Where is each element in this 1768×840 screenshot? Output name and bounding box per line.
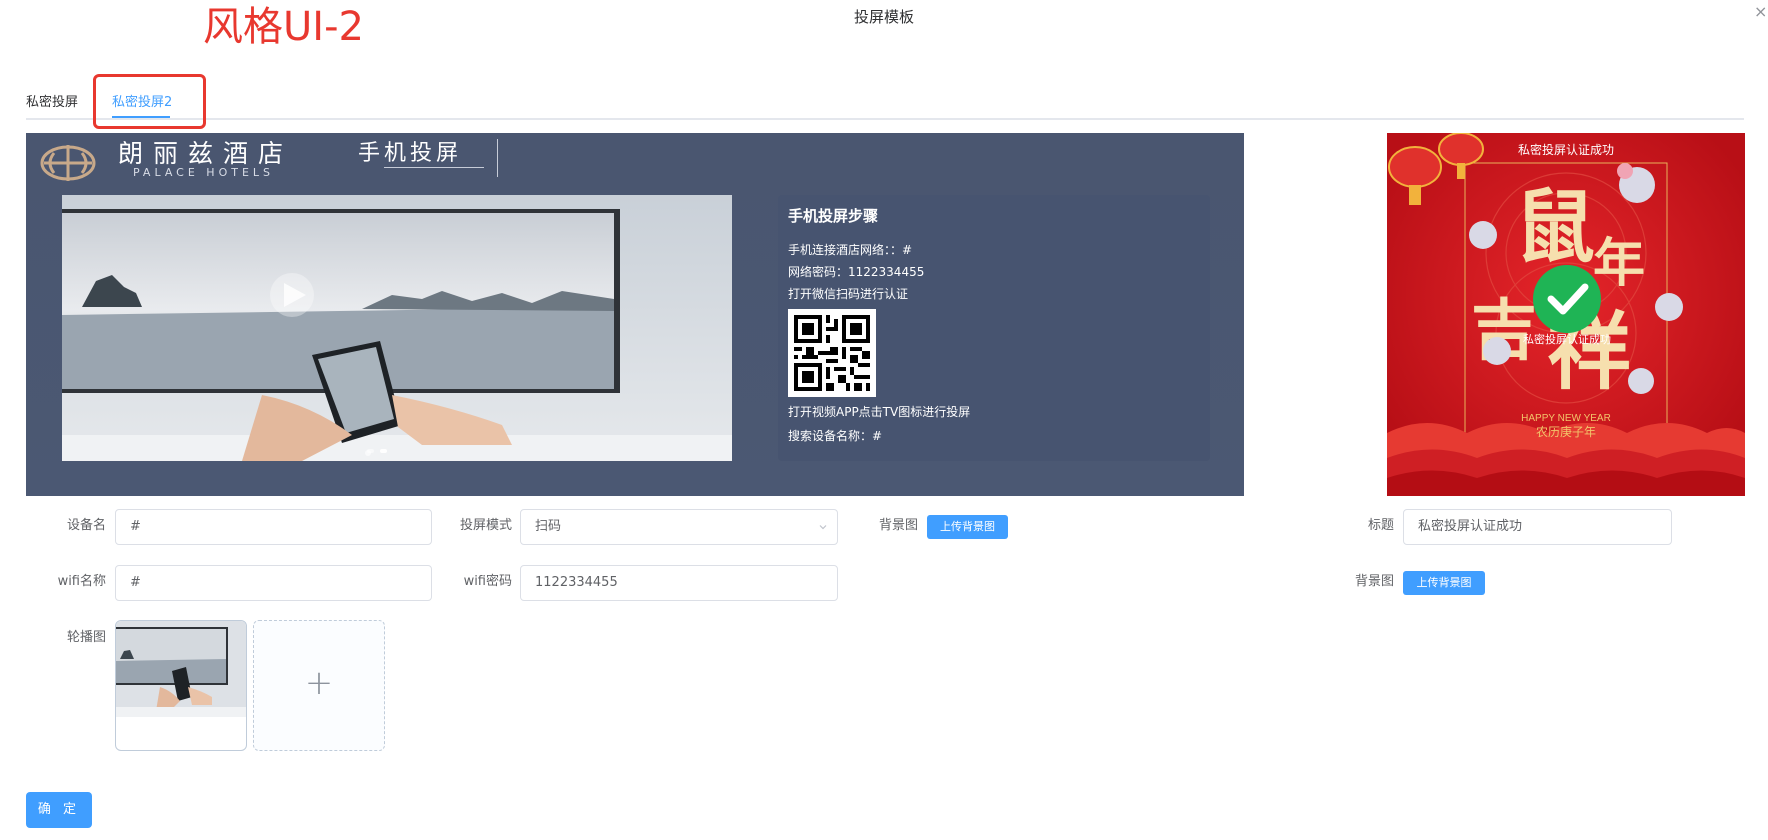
device-name-label: 设备名 bbox=[66, 518, 106, 533]
annotation-highlight-box bbox=[93, 74, 206, 129]
happy-new-year-text: HAPPY NEW YEAR bbox=[1521, 413, 1611, 424]
title-input[interactable]: 私密投屏认证成功 bbox=[1403, 509, 1672, 545]
carousel-label: 轮播图 bbox=[66, 630, 106, 645]
header-divider bbox=[497, 139, 498, 177]
bg-image-label-right: 背景图 bbox=[1354, 574, 1394, 589]
tab-private-cast[interactable]: 私密投屏 bbox=[26, 94, 78, 112]
step-connect-wifi: 手机连接酒店网络：：# bbox=[788, 243, 913, 257]
cast-mode-select[interactable]: 扫码 bbox=[520, 509, 838, 545]
qr-code-icon bbox=[788, 309, 876, 397]
wifi-password-label: wifi密码 bbox=[463, 574, 512, 589]
hotel-name-en: PALACE HOTELS bbox=[133, 166, 275, 179]
cast-mode-label: 投屏模式 bbox=[459, 518, 512, 533]
mode-title: 手机投屏 bbox=[358, 141, 463, 166]
cast-preview-left: 朗丽兹酒店 PALACE HOTELS 手机投屏 手机投屏步骤 手机连接酒店网络… bbox=[26, 133, 1244, 496]
chevron-down-icon bbox=[819, 525, 827, 530]
dialog-title: 投屏模板 bbox=[853, 8, 914, 26]
upload-bg-button-right[interactable]: 上传背景图 bbox=[1403, 571, 1485, 595]
device-name-input[interactable]: # bbox=[115, 509, 432, 545]
step-open-video-app: 打开视频APP点击TV图标进行投屏 bbox=[788, 405, 971, 419]
festive-char-shu: 鼠 bbox=[1515, 180, 1595, 274]
tab-bar: 私密投屏 私密投屏2 bbox=[26, 88, 1744, 120]
carousel-thumbnail-image bbox=[116, 621, 246, 717]
bg-image-label-left: 背景图 bbox=[878, 518, 918, 533]
cast-steps-card: 手机投屏步骤 手机连接酒店网络：：# 网络密码：1122334455 打开微信扫… bbox=[778, 195, 1210, 461]
step-wifi-password: 网络密码：1122334455 bbox=[788, 265, 925, 279]
success-check-icon bbox=[1533, 265, 1601, 333]
carousel-image[interactable] bbox=[62, 195, 732, 461]
wifi-name-input[interactable]: # bbox=[115, 565, 432, 601]
steps-title: 手机投屏步骤 bbox=[788, 207, 879, 225]
cast-mode-value: 扫码 bbox=[535, 519, 562, 534]
tv-casting-photo bbox=[62, 195, 732, 461]
carousel-thumbnail[interactable] bbox=[115, 620, 247, 751]
step-scan-wechat: 打开微信扫码进行认证 bbox=[788, 287, 909, 301]
title-label: 标题 bbox=[1367, 518, 1394, 533]
success-title: 私密投屏认证成功 bbox=[1517, 143, 1614, 157]
lunar-year-text: 农历庚子年 bbox=[1536, 424, 1596, 439]
hotel-logo-icon bbox=[40, 145, 96, 181]
plus-icon: + bbox=[304, 663, 334, 703]
confirm-button[interactable]: 确 定 bbox=[26, 792, 92, 828]
add-carousel-image-button[interactable]: + bbox=[253, 620, 385, 751]
step-search-device: 搜索设备名称：# bbox=[788, 429, 883, 443]
upload-bg-button-left[interactable]: 上传背景图 bbox=[927, 515, 1008, 539]
close-icon[interactable]: × bbox=[1754, 2, 1768, 24]
cast-success-preview: 鼠 年 吉 祥 HAPPY NEW YEAR 农历庚子年 私密投屏认证成功 私密… bbox=[1387, 133, 1745, 496]
carousel-dots bbox=[367, 442, 393, 457]
wifi-password-input[interactable]: 1122334455 bbox=[520, 565, 838, 601]
success-sub-label: 私密投屏认证成功 bbox=[1523, 333, 1611, 346]
carousel-dot[interactable] bbox=[367, 449, 374, 453]
mode-title-underline bbox=[384, 167, 484, 168]
carousel-dot-active[interactable] bbox=[380, 449, 387, 453]
wifi-name-label: wifi名称 bbox=[57, 574, 106, 589]
